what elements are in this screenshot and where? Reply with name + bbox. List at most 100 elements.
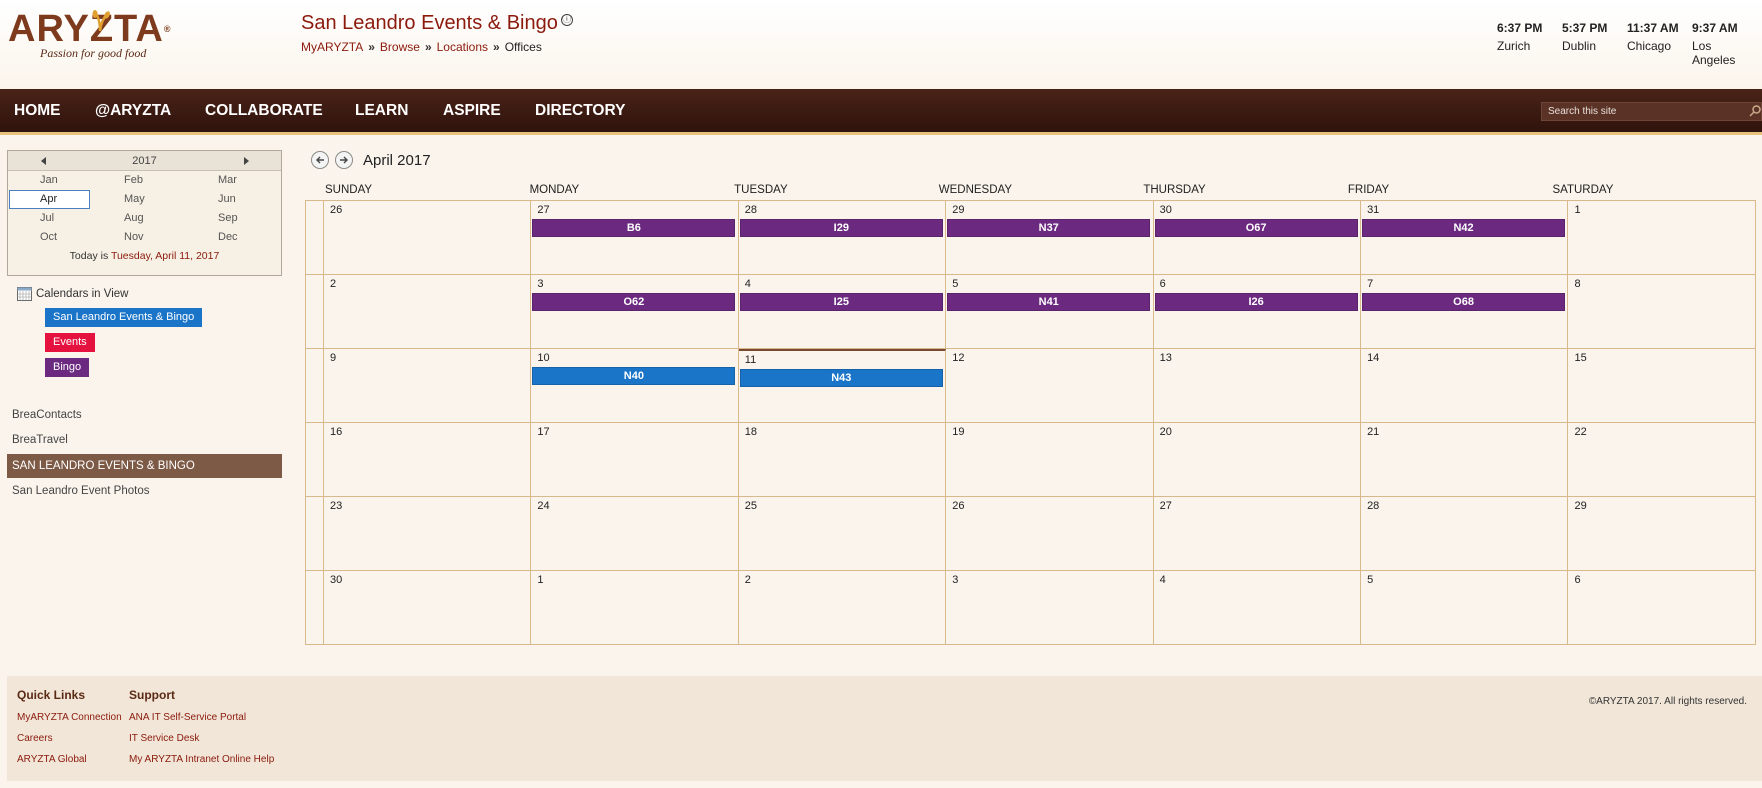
quicknav-brea-travel[interactable]: BreaTravel — [7, 428, 282, 452]
day-number[interactable]: 9 — [330, 352, 336, 364]
nav-learn[interactable]: LEARN — [355, 102, 408, 120]
calendar-event[interactable]: B6 — [532, 219, 736, 237]
footer-link-myaryzta-connection[interactable]: MyARYZTA Connection — [17, 712, 122, 723]
calendar-day-cell[interactable]: 1 — [1568, 201, 1756, 274]
calendar-day-cell[interactable]: 6 I26 — [1154, 275, 1362, 348]
day-number[interactable]: 22 — [1574, 426, 1586, 438]
prev-month-button[interactable] — [311, 151, 329, 169]
day-number[interactable]: 29 — [952, 204, 964, 216]
day-number[interactable]: 6 — [1574, 574, 1580, 586]
nav-aryzta[interactable]: @ARYZTA — [95, 102, 171, 120]
month-jan[interactable]: Jan — [8, 171, 99, 190]
calendar-event[interactable]: N40 — [532, 367, 736, 385]
calendar-day-cell[interactable]: 2 — [324, 275, 532, 348]
day-number[interactable]: 21 — [1367, 426, 1379, 438]
calendar-event[interactable]: O62 — [532, 293, 736, 311]
month-sep[interactable]: Sep — [190, 209, 281, 228]
day-number[interactable]: 28 — [745, 204, 757, 216]
day-number[interactable]: 4 — [745, 278, 751, 290]
month-oct[interactable]: Oct — [8, 228, 99, 247]
calendar-day-cell[interactable]: 29 N37 — [946, 201, 1154, 274]
calendar-event[interactable]: O67 — [1154, 219, 1358, 237]
month-jun[interactable]: Jun — [190, 190, 281, 209]
aryzta-logo[interactable]: ARYZTA® Passion for good food — [8, 10, 186, 68]
calendar-day-cell[interactable]: 8 — [1568, 275, 1756, 348]
day-number[interactable]: 11 — [745, 354, 756, 366]
calendar-day-cell[interactable]: 19 — [946, 423, 1154, 496]
month-aug[interactable]: Aug — [99, 209, 190, 228]
breadcrumb-browse[interactable]: Browse — [380, 40, 420, 54]
day-number[interactable]: 20 — [1160, 426, 1172, 438]
day-number[interactable]: 26 — [330, 204, 342, 216]
calendar-day-cell[interactable]: 3 O62 — [531, 275, 739, 348]
legend-san-leandro-events-bingo[interactable]: San Leandro Events & Bingo — [45, 308, 203, 327]
day-number[interactable]: 19 — [952, 426, 964, 438]
calendar-day-cell[interactable]: 25 — [739, 497, 947, 570]
nav-home[interactable]: HOME — [14, 102, 61, 120]
page-title[interactable]: San Leandro Events & Bingo ⓘ — [301, 12, 573, 35]
month-nov[interactable]: Nov — [99, 228, 190, 247]
day-number[interactable]: 7 — [1367, 278, 1373, 290]
calendar-event[interactable]: N41 — [947, 293, 1151, 311]
footer-link-online-help[interactable]: My ARYZTA Intranet Online Help — [129, 754, 274, 765]
week-gutter[interactable] — [306, 423, 324, 496]
calendar-day-cell[interactable]: 30 O67 — [1154, 201, 1362, 274]
calendar-day-cell[interactable]: 9 — [324, 349, 532, 422]
calendar-event[interactable]: I25 — [739, 293, 943, 311]
calendar-day-cell[interactable]: 4 I25 — [739, 275, 947, 348]
breadcrumb-locations[interactable]: Locations — [437, 40, 488, 54]
day-number[interactable]: 4 — [1160, 574, 1166, 586]
calendar-day-cell[interactable]: 13 — [1154, 349, 1362, 422]
week-gutter[interactable] — [306, 497, 324, 570]
calendar-event[interactable]: N43 — [739, 369, 943, 387]
day-number[interactable]: 5 — [1367, 574, 1373, 586]
day-number[interactable]: 24 — [537, 500, 549, 512]
day-number[interactable]: 30 — [1160, 204, 1172, 216]
calendar-day-cell[interactable]: 1 — [531, 571, 739, 644]
day-number[interactable]: 27 — [537, 204, 549, 216]
calendar-day-cell[interactable]: 18 — [739, 423, 947, 496]
day-number[interactable]: 1 — [1574, 204, 1580, 216]
calendar-event[interactable]: N37 — [947, 219, 1151, 237]
search-icon[interactable] — [1749, 104, 1762, 117]
day-number[interactable]: 14 — [1367, 352, 1379, 364]
day-number[interactable]: 16 — [330, 426, 342, 438]
month-dec[interactable]: Dec — [190, 228, 281, 247]
quicknav-brea-contacts[interactable]: BreaContacts — [7, 403, 282, 427]
quicknav-san-leandro-events-bingo[interactable]: San Leandro Events & Bingo — [7, 454, 282, 478]
nav-directory[interactable]: DIRECTORY — [535, 102, 625, 120]
month-may[interactable]: May — [99, 190, 190, 209]
day-number[interactable]: 25 — [745, 500, 757, 512]
today-date-link[interactable]: Tuesday, April 11, 2017 — [111, 250, 219, 262]
calendar-day-cell[interactable]: 28 I29 — [739, 201, 947, 274]
month-jul[interactable]: Jul — [8, 209, 99, 228]
calendar-day-cell[interactable]: 10 N40 — [531, 349, 739, 422]
nav-aspire[interactable]: ASPIRE — [443, 102, 501, 120]
site-title-text[interactable]: San Leandro Events & Bingo — [301, 12, 558, 34]
calendar-day-cell[interactable]: 31 N42 — [1361, 201, 1569, 274]
month-mar[interactable]: Mar — [190, 171, 281, 190]
calendar-day-cell[interactable]: 6 — [1568, 571, 1756, 644]
calendar-day-cell[interactable]: 7 O68 — [1361, 275, 1569, 348]
calendar-day-cell[interactable]: 22 — [1568, 423, 1756, 496]
calendar-day-cell[interactable]: 12 — [946, 349, 1154, 422]
search-input[interactable]: Search this site — [1541, 102, 1762, 121]
day-number[interactable]: 26 — [952, 500, 964, 512]
day-number[interactable]: 6 — [1160, 278, 1166, 290]
calendar-day-cell[interactable]: 20 — [1154, 423, 1362, 496]
calendar-event[interactable]: I26 — [1154, 293, 1358, 311]
calendar-day-cell[interactable]: 14 — [1361, 349, 1569, 422]
day-number[interactable]: 15 — [1574, 352, 1586, 364]
day-number[interactable]: 30 — [330, 574, 342, 586]
day-number[interactable]: 12 — [952, 352, 964, 364]
week-gutter[interactable] — [306, 201, 324, 274]
next-month-button[interactable] — [335, 151, 353, 169]
calendar-day-cell[interactable]: 3 — [946, 571, 1154, 644]
day-number[interactable]: 28 — [1367, 500, 1379, 512]
info-icon[interactable]: ⓘ — [560, 14, 573, 26]
month-feb[interactable]: Feb — [99, 171, 190, 190]
calendar-day-cell[interactable]: 16 — [324, 423, 532, 496]
day-number[interactable]: 3 — [952, 574, 958, 586]
calendar-day-cell[interactable]: 11 N43 — [738, 349, 947, 422]
legend-bingo[interactable]: Bingo — [45, 358, 90, 377]
